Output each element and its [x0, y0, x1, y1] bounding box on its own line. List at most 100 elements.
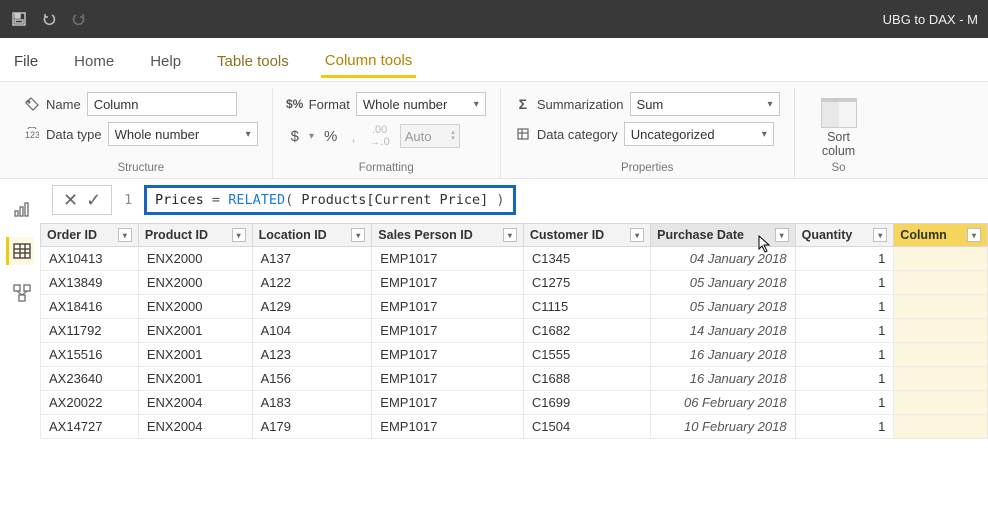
table-cell[interactable]: EMP1017: [372, 319, 524, 343]
table-cell[interactable]: A179: [252, 415, 372, 439]
format-select[interactable]: Whole number ▾: [356, 92, 486, 116]
column-header[interactable]: Purchase Date▾: [651, 224, 796, 247]
menu-help[interactable]: Help: [146, 43, 185, 76]
table-cell[interactable]: C1345: [523, 247, 650, 271]
table-cell[interactable]: AX13849: [41, 271, 139, 295]
column-header[interactable]: Location ID▾: [252, 224, 372, 247]
column-header[interactable]: Sales Person ID▾: [372, 224, 524, 247]
table-cell[interactable]: 10 February 2018: [651, 415, 796, 439]
commit-formula-button[interactable]: ✓: [86, 190, 101, 211]
table-row[interactable]: AX18416ENX2000A129EMP1017C111505 January…: [41, 295, 988, 319]
menu-file[interactable]: File: [10, 43, 42, 76]
sort-by-column-button[interactable]: Sortcolum: [809, 92, 869, 158]
report-view-icon[interactable]: [6, 195, 34, 223]
menu-column-tools[interactable]: Column tools: [321, 42, 417, 78]
table-cell[interactable]: [894, 391, 988, 415]
menu-table-tools[interactable]: Table tools: [213, 43, 293, 76]
table-cell[interactable]: A129: [252, 295, 372, 319]
model-view-icon[interactable]: [6, 279, 34, 307]
comma-button[interactable]: ,: [347, 126, 359, 147]
table-cell[interactable]: C1699: [523, 391, 650, 415]
name-input[interactable]: [87, 92, 237, 116]
table-row[interactable]: AX13849ENX2000A122EMP1017C127505 January…: [41, 271, 988, 295]
table-cell[interactable]: 16 January 2018: [651, 343, 796, 367]
table-cell[interactable]: A183: [252, 391, 372, 415]
table-cell[interactable]: ENX2001: [138, 367, 252, 391]
table-cell[interactable]: AX14727: [41, 415, 139, 439]
table-cell[interactable]: 14 January 2018: [651, 319, 796, 343]
table-row[interactable]: AX20022ENX2004A183EMP1017C169906 Februar…: [41, 391, 988, 415]
save-icon[interactable]: [10, 10, 28, 28]
table-cell[interactable]: C1504: [523, 415, 650, 439]
table-cell[interactable]: 05 January 2018: [651, 271, 796, 295]
table-cell[interactable]: 06 February 2018: [651, 391, 796, 415]
filter-dropdown-icon[interactable]: ▾: [118, 228, 132, 242]
table-cell[interactable]: ENX2000: [138, 271, 252, 295]
table-cell[interactable]: 1: [795, 367, 894, 391]
filter-dropdown-icon[interactable]: ▾: [873, 228, 887, 242]
filter-dropdown-icon[interactable]: ▾: [232, 228, 246, 242]
table-cell[interactable]: ENX2001: [138, 319, 252, 343]
table-cell[interactable]: ENX2004: [138, 415, 252, 439]
table-cell[interactable]: 1: [795, 343, 894, 367]
table-cell[interactable]: EMP1017: [372, 271, 524, 295]
table-cell[interactable]: 1: [795, 415, 894, 439]
filter-dropdown-icon[interactable]: ▾: [630, 228, 644, 242]
percent-button[interactable]: %: [320, 126, 341, 147]
decimal-places-input[interactable]: Auto ▴▾: [400, 124, 460, 148]
table-cell[interactable]: EMP1017: [372, 367, 524, 391]
table-cell[interactable]: A137: [252, 247, 372, 271]
table-cell[interactable]: AX23640: [41, 367, 139, 391]
summarization-select[interactable]: Sum ▾: [630, 92, 780, 116]
column-header[interactable]: Column▾: [894, 224, 988, 247]
table-cell[interactable]: C1688: [523, 367, 650, 391]
redo-icon[interactable]: [70, 10, 88, 28]
table-cell[interactable]: EMP1017: [372, 247, 524, 271]
table-row[interactable]: AX10413ENX2000A137EMP1017C134504 January…: [41, 247, 988, 271]
table-cell[interactable]: [894, 295, 988, 319]
filter-dropdown-icon[interactable]: ▾: [775, 228, 789, 242]
data-grid[interactable]: Order ID▾Product ID▾Location ID▾Sales Pe…: [40, 223, 988, 439]
currency-button[interactable]: $: [287, 126, 303, 147]
menu-home[interactable]: Home: [70, 43, 118, 76]
table-cell[interactable]: AX10413: [41, 247, 139, 271]
cancel-formula-button[interactable]: ✕: [63, 190, 78, 211]
table-cell[interactable]: [894, 247, 988, 271]
table-cell[interactable]: EMP1017: [372, 343, 524, 367]
table-cell[interactable]: A122: [252, 271, 372, 295]
table-cell[interactable]: 1: [795, 319, 894, 343]
table-row[interactable]: AX14727ENX2004A179EMP1017C150410 Februar…: [41, 415, 988, 439]
data-category-select[interactable]: Uncategorized ▾: [624, 122, 774, 146]
column-header[interactable]: Customer ID▾: [523, 224, 650, 247]
table-cell[interactable]: ENX2000: [138, 295, 252, 319]
table-cell[interactable]: 1: [795, 271, 894, 295]
table-cell[interactable]: AX20022: [41, 391, 139, 415]
table-cell[interactable]: ENX2000: [138, 247, 252, 271]
column-header[interactable]: Product ID▾: [138, 224, 252, 247]
undo-icon[interactable]: [40, 10, 58, 28]
table-cell[interactable]: A104: [252, 319, 372, 343]
table-cell[interactable]: 1: [795, 247, 894, 271]
table-cell[interactable]: C1555: [523, 343, 650, 367]
table-cell[interactable]: AX15516: [41, 343, 139, 367]
data-view-icon[interactable]: [6, 237, 34, 265]
table-cell[interactable]: 1: [795, 391, 894, 415]
data-type-select[interactable]: Whole number ▾: [108, 122, 258, 146]
table-cell[interactable]: C1682: [523, 319, 650, 343]
chevron-down-icon[interactable]: ▾: [309, 131, 314, 142]
column-header[interactable]: Order ID▾: [41, 224, 139, 247]
table-cell[interactable]: 04 January 2018: [651, 247, 796, 271]
table-cell[interactable]: [894, 415, 988, 439]
table-cell[interactable]: AX18416: [41, 295, 139, 319]
table-cell[interactable]: EMP1017: [372, 295, 524, 319]
table-cell[interactable]: EMP1017: [372, 415, 524, 439]
formula-input[interactable]: Prices = RELATED( Products[Current Price…: [144, 185, 516, 215]
table-cell[interactable]: [894, 343, 988, 367]
table-cell[interactable]: [894, 367, 988, 391]
filter-dropdown-icon[interactable]: ▾: [503, 228, 517, 242]
table-cell[interactable]: C1275: [523, 271, 650, 295]
table-cell[interactable]: 16 January 2018: [651, 367, 796, 391]
table-cell[interactable]: ENX2001: [138, 343, 252, 367]
decimals-button[interactable]: .00→.0: [366, 122, 394, 150]
table-cell[interactable]: 05 January 2018: [651, 295, 796, 319]
